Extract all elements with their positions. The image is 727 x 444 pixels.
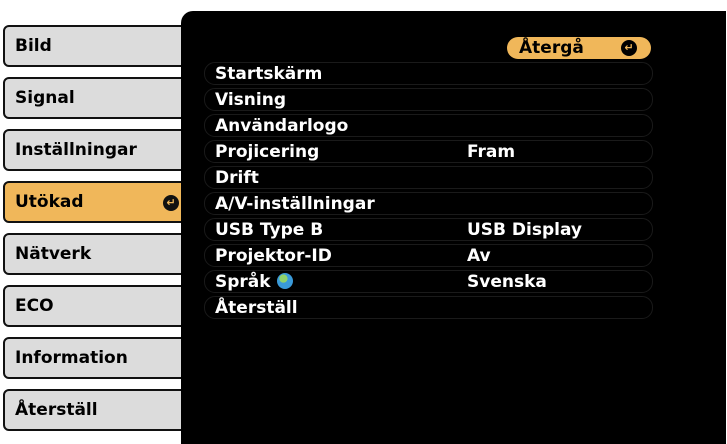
menu-item-label: Drift xyxy=(215,168,259,188)
menu-tabs: Bild Signal Inställningar Utökad ↵ Nätver… xyxy=(0,0,200,444)
tab-label: Återställ xyxy=(15,400,98,420)
menu-item-label: Startskärm xyxy=(215,64,323,84)
menu-item-value: Svenska xyxy=(467,272,547,292)
back-button[interactable]: Återgå ↵ xyxy=(507,37,651,59)
menu-item-label: Visning xyxy=(215,90,287,110)
menu-item-label: Användarlogo xyxy=(215,116,349,136)
tab-bild[interactable]: Bild xyxy=(3,25,189,67)
tab-label: Signal xyxy=(15,88,75,108)
menu-item-visning[interactable]: Visning xyxy=(204,88,653,111)
tab-information[interactable]: Information xyxy=(3,337,189,379)
menu-item-label: A/V-inställningar xyxy=(215,194,375,214)
tab-label: Information xyxy=(15,348,128,368)
menu-item-value: USB Display xyxy=(467,220,583,240)
tab-installningar[interactable]: Inställningar xyxy=(3,129,189,171)
globe-icon xyxy=(276,273,293,289)
enter-icon: ↵ xyxy=(163,195,179,211)
menu-item-projektor-id[interactable]: Projektor-ID Av xyxy=(204,244,653,267)
tab-label: Nätverk xyxy=(15,244,92,264)
menu-item-value: Fram xyxy=(467,142,516,162)
tab-utokad[interactable]: Utökad ↵ xyxy=(3,181,189,223)
menu-item-label: USB Type B xyxy=(215,220,324,240)
tab-signal[interactable]: Signal xyxy=(3,77,189,119)
menu-item-drift[interactable]: Drift xyxy=(204,166,653,189)
menu-item-label: Språk xyxy=(215,272,271,292)
tab-label: Inställningar xyxy=(15,140,137,160)
menu-item-startskarm[interactable]: Startskärm xyxy=(204,62,653,85)
tab-label: ECO xyxy=(15,296,54,316)
menu-item-label-wrap: Språk xyxy=(215,272,293,292)
tab-aterstall[interactable]: Återställ xyxy=(3,389,189,431)
back-button-label: Återgå xyxy=(519,38,584,58)
menu-item-label: Återställ xyxy=(215,298,298,318)
tab-natverk[interactable]: Nätverk xyxy=(3,233,189,275)
menu-item-projicering[interactable]: Projicering Fram xyxy=(204,140,653,163)
tab-eco[interactable]: ECO xyxy=(3,285,189,327)
tab-label: Utökad xyxy=(15,192,84,212)
menu-item-anvandarlogo[interactable]: Användarlogo xyxy=(204,114,653,137)
menu-item-label: Projicering xyxy=(215,142,320,162)
menu-item-label: Projektor-ID xyxy=(215,246,332,266)
menu-item-aterstall[interactable]: Återställ xyxy=(204,296,653,319)
enter-icon: ↵ xyxy=(621,40,637,56)
menu-item-av-installningar[interactable]: A/V-inställningar xyxy=(204,192,653,215)
menu-item-value: Av xyxy=(467,246,491,266)
menu-item-usb-type-b[interactable]: USB Type B USB Display xyxy=(204,218,653,241)
tab-label: Bild xyxy=(15,36,52,56)
menu-item-sprak[interactable]: Språk Svenska xyxy=(204,270,653,293)
